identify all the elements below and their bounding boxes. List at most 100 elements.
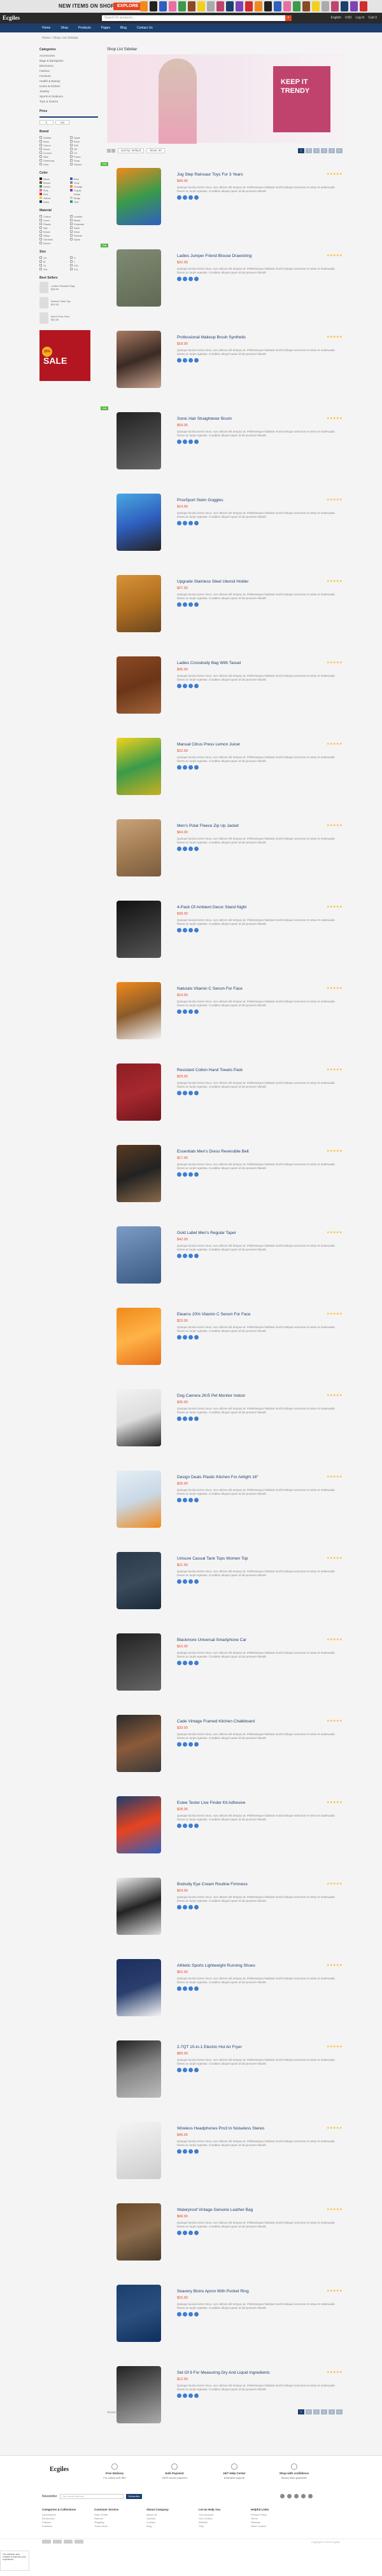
subscribe-button[interactable]: Subscribe xyxy=(125,2494,143,2499)
category-link[interactable]: Sports & Outdoors xyxy=(39,94,98,99)
checkbox[interactable] xyxy=(39,260,42,263)
category-link[interactable]: Home & Kitchen xyxy=(39,84,98,89)
add-to-cart-icon[interactable] xyxy=(177,1661,181,1665)
color-swatch[interactable] xyxy=(39,197,42,199)
sort-select[interactable]: Sort by: Default xyxy=(118,148,145,153)
best-seller-thumb[interactable] xyxy=(39,282,48,293)
compare-icon[interactable] xyxy=(188,1172,193,1177)
compare-icon[interactable] xyxy=(188,1579,193,1584)
checkbox[interactable] xyxy=(70,136,73,139)
nav-home[interactable]: Home xyxy=(42,26,50,30)
wishlist-icon[interactable] xyxy=(183,1986,187,1991)
color-swatch[interactable] xyxy=(70,185,73,188)
quick-view-icon[interactable] xyxy=(194,277,199,281)
add-to-cart-icon[interactable] xyxy=(177,847,181,851)
twitter-icon[interactable] xyxy=(287,2494,292,2498)
quick-view-icon[interactable] xyxy=(194,1335,199,1340)
checkbox[interactable] xyxy=(39,140,42,142)
product-image[interactable] xyxy=(107,812,171,883)
quick-view-icon[interactable] xyxy=(194,521,199,525)
checkbox[interactable] xyxy=(39,159,42,162)
grid-view-icon[interactable] xyxy=(107,149,111,153)
product-name[interactable]: Jog Step Rainsaur Toys For 3 Years xyxy=(177,172,343,177)
add-to-cart-icon[interactable] xyxy=(177,195,181,200)
quick-view-icon[interactable] xyxy=(194,847,199,851)
add-to-cart-icon[interactable] xyxy=(177,1824,181,1828)
brand-option[interactable]: Xiaomi xyxy=(70,162,98,166)
wishlist-icon[interactable] xyxy=(183,1254,187,1258)
product-name[interactable]: Naturals Vitamin C Serum For Face xyxy=(177,987,343,991)
cookie-notice[interactable]: Our website uses cookies to improve your… xyxy=(0,2551,29,2571)
product-name[interactable]: Men's Polar Fleece Zip Up Jacket xyxy=(177,824,343,828)
category-link[interactable]: Health & Beauty xyxy=(39,79,98,84)
add-to-cart-icon[interactable] xyxy=(177,2312,181,2316)
add-to-cart-icon[interactable] xyxy=(177,1416,181,1421)
add-to-cart-icon[interactable] xyxy=(177,1579,181,1584)
quick-view-icon[interactable] xyxy=(194,1824,199,1828)
category-link[interactable]: Electronics xyxy=(39,64,98,69)
wishlist-icon[interactable] xyxy=(183,2149,187,2154)
best-seller-item[interactable]: Ladies Shoulder Bag $49.00 xyxy=(39,282,98,293)
quick-view-icon[interactable] xyxy=(194,602,199,607)
page-5[interactable]: 5 xyxy=(329,2409,335,2414)
checkbox[interactable] xyxy=(39,223,42,225)
wishlist-icon[interactable] xyxy=(183,1498,187,1502)
wishlist-icon[interactable] xyxy=(183,2068,187,2072)
color-option[interactable]: Navy xyxy=(39,200,67,204)
wishlist-icon[interactable] xyxy=(183,1579,187,1584)
checkbox[interactable] xyxy=(39,226,42,229)
compare-icon[interactable] xyxy=(188,1335,193,1340)
product-name[interactable]: Blackmore Universal Smartphone Car xyxy=(177,1638,343,1642)
checkbox[interactable] xyxy=(39,264,42,267)
color-swatch[interactable] xyxy=(70,193,73,195)
compare-icon[interactable] xyxy=(188,1416,193,1421)
quick-view-icon[interactable] xyxy=(194,2393,199,2398)
facebook-icon[interactable] xyxy=(280,2494,285,2498)
checkbox[interactable] xyxy=(70,234,73,237)
wishlist-icon[interactable] xyxy=(183,277,187,281)
product-name[interactable]: Manual Citrus Press Lemon Juicer xyxy=(177,742,343,747)
add-to-cart-icon[interactable] xyxy=(177,2068,181,2072)
page-6[interactable]: 6 xyxy=(336,2409,343,2414)
add-to-cart-icon[interactable] xyxy=(177,2149,181,2154)
product-name[interactable]: Upgrade Stainless Steel Utensil Holder xyxy=(177,579,343,584)
checkbox[interactable] xyxy=(70,264,73,267)
product-name[interactable]: Estee Tester Live Finder Kit Adhesive xyxy=(177,1801,343,1805)
page-3[interactable]: 3 xyxy=(313,2409,320,2414)
wishlist-icon[interactable] xyxy=(183,1824,187,1828)
explore-button[interactable]: EXPLORE xyxy=(113,3,143,10)
checkbox[interactable] xyxy=(70,226,73,229)
instagram-icon[interactable] xyxy=(294,2494,299,2498)
quick-view-icon[interactable] xyxy=(194,1579,199,1584)
quick-view-icon[interactable] xyxy=(194,358,199,363)
checkbox[interactable] xyxy=(70,268,73,270)
color-swatch[interactable] xyxy=(39,189,42,191)
product-image[interactable] xyxy=(107,1301,171,1372)
quick-view-icon[interactable] xyxy=(194,1254,199,1258)
product-image[interactable] xyxy=(107,2278,171,2349)
show-count-select[interactable]: Show: 30 xyxy=(146,148,165,153)
category-link[interactable]: Jewelry xyxy=(39,89,98,94)
product-image[interactable] xyxy=(107,731,171,802)
compare-icon[interactable] xyxy=(188,765,193,770)
size-option[interactable]: 3XL xyxy=(39,267,67,271)
product-name[interactable]: Unisure Casual Tank Tops Women Top xyxy=(177,1556,343,1561)
checkbox[interactable] xyxy=(70,219,73,221)
wishlist-icon[interactable] xyxy=(183,2393,187,2398)
add-to-cart-icon[interactable] xyxy=(177,1254,181,1258)
nav-shop[interactable]: Shop xyxy=(60,26,68,30)
compare-icon[interactable] xyxy=(188,2312,193,2316)
wishlist-icon[interactable] xyxy=(183,1905,187,1909)
compare-icon[interactable] xyxy=(188,1498,193,1502)
product-name[interactable]: Cade Vintage Framed Kitchen Chalkboard xyxy=(177,1719,343,1724)
product-name[interactable]: Athletic Sports Lightweight Running Shoe… xyxy=(177,1963,343,1968)
product-name[interactable]: Ladies Jumper Friend Blouse Drawstring xyxy=(177,254,343,258)
product-name[interactable]: Resistant Cotton Hand Towels Pack xyxy=(177,1068,343,1072)
product-name[interactable]: Gold Label Men's Regular Taper xyxy=(177,1231,343,1235)
quick-view-icon[interactable] xyxy=(194,1009,199,1014)
product-image[interactable] xyxy=(107,2033,171,2105)
material-option[interactable]: Denim xyxy=(39,241,67,245)
checkbox[interactable] xyxy=(39,144,42,146)
compare-icon[interactable] xyxy=(188,1986,193,1991)
product-name[interactable]: Ladies Crossbody Bag With Tassel xyxy=(177,661,343,665)
